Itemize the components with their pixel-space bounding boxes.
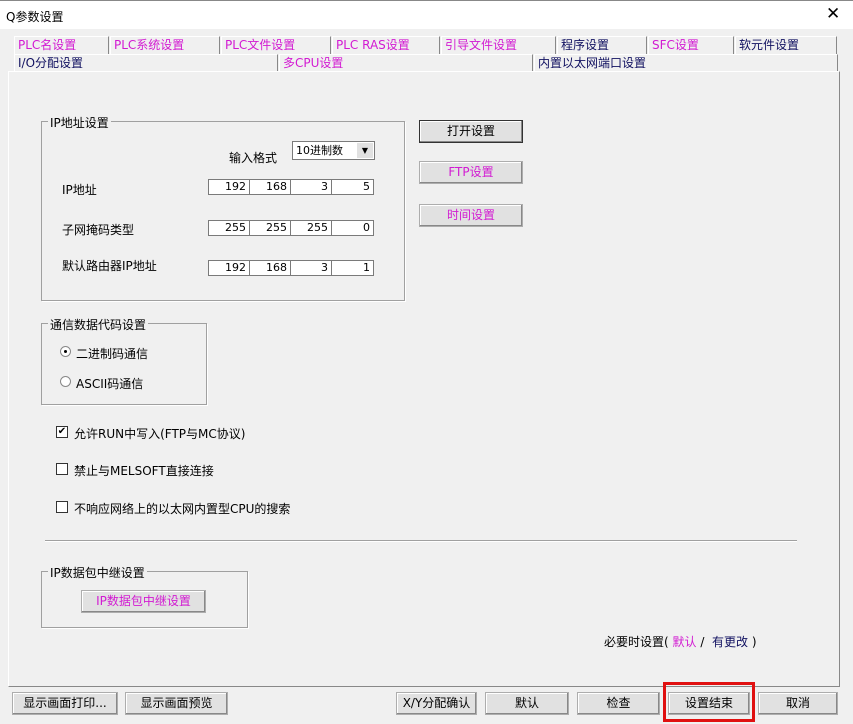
no-search-response-checkbox[interactable] <box>56 501 68 513</box>
tab-io-assignment[interactable]: I/O分配设置 <box>14 54 278 72</box>
ascii-label: ASCII码通信 <box>76 377 144 391</box>
subnet-mask-input[interactable]: 255 255 255 0 <box>208 220 374 236</box>
print-screen-button[interactable]: 显示画面打印... <box>12 692 118 715</box>
ip-label: IP地址 <box>62 183 97 197</box>
octet[interactable]: 3 <box>291 180 332 194</box>
window-title: Q参数设置 <box>6 10 64 24</box>
divider <box>45 540 797 542</box>
input-format-label: 输入格式 <box>229 151 278 165</box>
octet[interactable]: 255 <box>209 221 250 235</box>
ftp-settings-button[interactable]: FTP设置 <box>419 161 523 184</box>
tab-multi-cpu[interactable]: 多CPU设置 <box>279 54 533 72</box>
close-icon[interactable]: ✕ <box>826 4 840 24</box>
group-title: 通信数据代码设置 <box>48 316 149 333</box>
cancel-button[interactable]: 取消 <box>758 692 838 715</box>
gateway-label: 默认路由器IP地址 <box>62 259 157 273</box>
group-title: IP地址设置 <box>48 114 111 131</box>
settings-legend: 必要时设置( 默认 / 有更改 ) <box>604 633 757 650</box>
input-format-select[interactable]: 10进制数 ▼ <box>292 141 375 160</box>
title-bar: Q参数设置 ✕ <box>0 0 853 29</box>
run-write-checkbox[interactable]: ✔ <box>56 426 68 438</box>
binary-label: 二进制码通信 <box>76 347 149 361</box>
melsoft-direct-checkbox[interactable] <box>56 463 68 475</box>
tab-builtin-ethernet[interactable]: 内置以太网端口设置 <box>534 54 838 72</box>
legend-suffix: ) <box>751 635 757 649</box>
tab-boot-file[interactable]: 引导文件设置 <box>441 36 556 54</box>
tab-program[interactable]: 程序设置 <box>557 36 647 54</box>
no-search-response-label: 不响应网络上的以太网内置型CPU的搜索 <box>74 502 291 516</box>
comm-code-group: 通信数据代码设置 <box>41 316 207 405</box>
open-settings-button[interactable]: 打开设置 <box>419 120 523 143</box>
tab-sfc[interactable]: SFC设置 <box>648 36 734 54</box>
gateway-input[interactable]: 192 168 3 1 <box>208 260 374 276</box>
xy-assignment-check-button[interactable]: X/Y分配确认 <box>396 692 477 715</box>
group-title: IP数据包中继设置 <box>48 564 147 581</box>
octet[interactable]: 5 <box>332 180 373 194</box>
tab-plc-system[interactable]: PLC系统设置 <box>110 36 220 54</box>
octet[interactable]: 192 <box>209 261 250 275</box>
ip-relay-settings-button[interactable]: IP数据包中继设置 <box>81 590 206 613</box>
legend-separator: / <box>700 635 705 649</box>
binary-radio[interactable] <box>60 346 71 357</box>
legend-changed: 有更改 <box>712 635 749 649</box>
check-button[interactable]: 检查 <box>577 692 660 715</box>
tab-device[interactable]: 软元件设置 <box>735 36 837 54</box>
subnet-mask-label: 子网掩码类型 <box>62 223 135 237</box>
octet[interactable]: 255 <box>250 221 291 235</box>
octet[interactable]: 1 <box>332 261 373 275</box>
ip-address-input[interactable]: 192 168 3 5 <box>208 179 374 195</box>
time-settings-button[interactable]: 时间设置 <box>419 204 523 227</box>
melsoft-direct-label: 禁止与MELSOFT直接连接 <box>74 464 214 478</box>
tab-plc-ras[interactable]: PLC RAS设置 <box>332 36 440 54</box>
octet[interactable]: 168 <box>250 180 291 194</box>
legend-prefix: 必要时设置( <box>604 635 669 649</box>
octet[interactable]: 0 <box>332 221 373 235</box>
end-settings-button[interactable]: 设置结束 <box>668 692 750 715</box>
legend-default: 默认 <box>672 635 697 649</box>
default-button[interactable]: 默认 <box>485 692 569 715</box>
run-write-label: 允许RUN中写入(FTP与MC协议) <box>74 427 246 441</box>
octet[interactable]: 168 <box>250 261 291 275</box>
octet[interactable]: 3 <box>291 261 332 275</box>
tab-plc-name[interactable]: PLC名设置 <box>14 36 109 54</box>
ascii-radio[interactable] <box>60 376 71 387</box>
octet[interactable]: 255 <box>291 221 332 235</box>
input-format-value: 10进制数 <box>296 144 343 157</box>
tab-plc-file[interactable]: PLC文件设置 <box>221 36 331 54</box>
preview-screen-button[interactable]: 显示画面预览 <box>125 692 228 715</box>
chevron-down-icon[interactable]: ▼ <box>357 143 373 158</box>
octet[interactable]: 192 <box>209 180 250 194</box>
